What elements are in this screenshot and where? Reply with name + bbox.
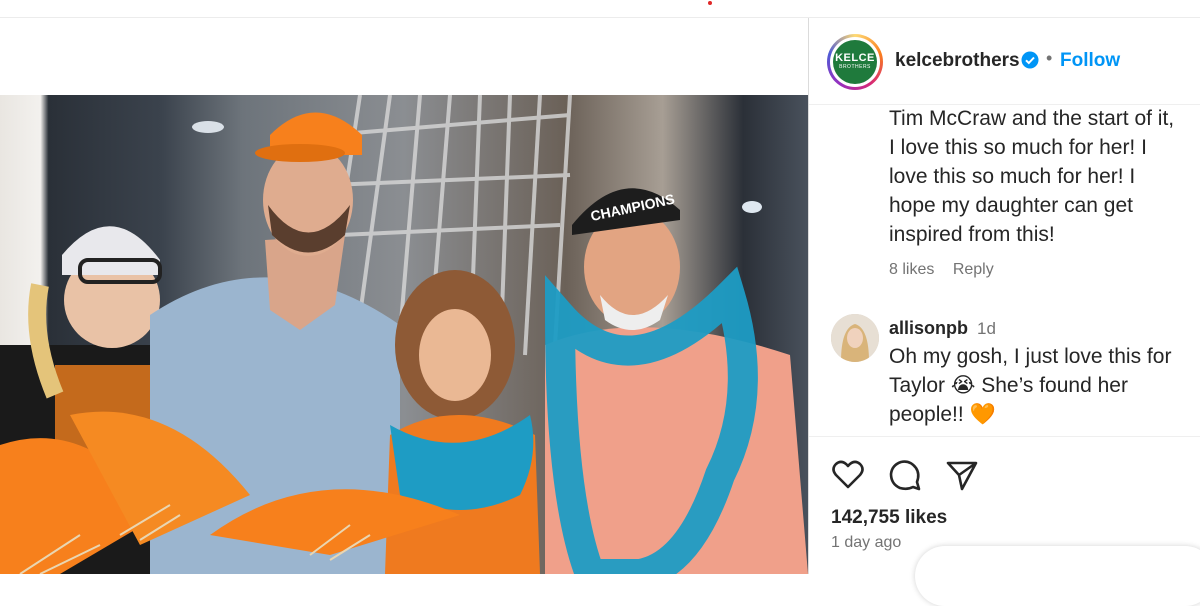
commenter-avatar[interactable]: [831, 314, 879, 362]
comment-1-text: Tim McCraw and the start of it, I love t…: [889, 107, 1175, 246]
post-photo[interactable]: CHAMPIONS: [0, 95, 808, 574]
brand-logo: KELCE BROTHERS: [833, 40, 877, 84]
commenter-photo: [831, 314, 879, 362]
add-comment-bar[interactable]: [915, 546, 1200, 606]
post-header: KELCE BROTHERS kelcebrothers • Follow: [809, 18, 1200, 105]
comment-1-meta: 8 likes Reply: [889, 261, 994, 279]
comment-2-text: Oh my gosh, I just love this for Taylor …: [889, 345, 1172, 426]
profile-avatar[interactable]: KELCE BROTHERS: [827, 34, 883, 90]
post-timestamp[interactable]: 1 day ago: [831, 534, 901, 552]
heart-icon[interactable]: [831, 458, 865, 492]
post-username[interactable]: kelcebrothers: [895, 50, 1020, 72]
comment-2-time: 1d: [977, 319, 996, 338]
likes-count[interactable]: 142,755 likes: [831, 507, 947, 529]
comment-1-likes[interactable]: 8 likes: [889, 261, 934, 278]
verified-badge-icon: [1021, 51, 1039, 69]
photo-illustration: CHAMPIONS: [0, 95, 808, 574]
header-separator: •: [1046, 48, 1053, 68]
comment-1-reply-button[interactable]: Reply: [953, 261, 994, 278]
actions-divider: [809, 436, 1200, 437]
loading-indicator-dot: [708, 1, 712, 5]
comment-2-username[interactable]: allisonpb: [889, 318, 968, 339]
post-side-panel: KELCE BROTHERS kelcebrothers • Follow Ti…: [809, 18, 1200, 606]
share-icon[interactable]: [945, 458, 979, 492]
follow-button[interactable]: Follow: [1060, 50, 1120, 72]
post-media-pane: CHAMPIONS: [0, 18, 808, 574]
comment-icon[interactable]: [888, 458, 922, 492]
